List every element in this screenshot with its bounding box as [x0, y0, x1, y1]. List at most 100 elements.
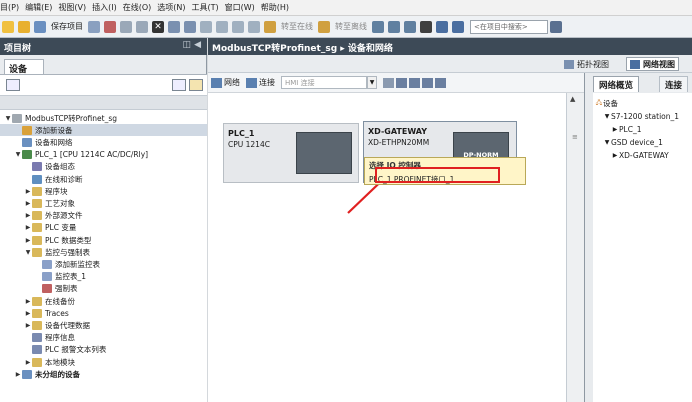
- expand-toggle-icon[interactable]: ▼: [24, 249, 32, 256]
- canvas-scrollbar[interactable]: ▲ ≡: [566, 93, 584, 402]
- tree-item[interactable]: ▼ ModbusTCP转Profinet_sg: [0, 112, 207, 124]
- tree-item[interactable]: 设备和网络: [0, 136, 207, 148]
- upload-icon[interactable]: [232, 20, 244, 33]
- tree-item[interactable]: ▶ PLC 变量: [0, 222, 207, 234]
- stop-cpu-icon[interactable]: [404, 20, 416, 33]
- menu-item[interactable]: 编辑(E): [25, 2, 58, 13]
- menu-item[interactable]: 插入(I): [92, 2, 123, 13]
- menu-item[interactable]: 选项(N): [157, 2, 191, 13]
- menu-item[interactable]: 工具(T): [191, 2, 224, 13]
- cross-reference-icon[interactable]: [420, 20, 432, 33]
- grid-icon[interactable]: [409, 77, 420, 88]
- tab-connections[interactable]: 连接: [659, 76, 689, 92]
- menu-item[interactable]: 在线(O): [123, 2, 158, 13]
- menu-item[interactable]: 目(P): [0, 2, 25, 13]
- network-mode-button[interactable]: 网络: [211, 77, 240, 88]
- tree-item[interactable]: ▼ 监控与强制表: [0, 246, 207, 258]
- tree-item[interactable]: ▶ Traces: [0, 307, 207, 319]
- delete-icon[interactable]: ✕: [152, 20, 164, 33]
- devices-tab[interactable]: 设备: [4, 59, 44, 75]
- overview-row[interactable]: ▼ GSD device_1: [593, 136, 663, 148]
- go-online-button[interactable]: 转至在线: [281, 21, 313, 32]
- redo-icon[interactable]: [184, 20, 196, 33]
- expand-toggle-icon[interactable]: ▶: [24, 224, 32, 231]
- simulate-icon[interactable]: [248, 20, 260, 33]
- paste-icon[interactable]: [136, 20, 148, 33]
- tree-item[interactable]: ▶ 本地模块: [0, 356, 207, 368]
- split-horizontal-icon[interactable]: [436, 20, 448, 33]
- split-vertical-icon[interactable]: [452, 20, 464, 33]
- expand-toggle-icon[interactable]: ▶: [24, 298, 32, 305]
- scroll-grip-icon[interactable]: ≡: [572, 133, 578, 141]
- undo-icon[interactable]: [168, 20, 180, 33]
- expand-toggle-icon[interactable]: ▶: [24, 359, 32, 366]
- tree-item[interactable]: 程序信息: [0, 332, 207, 344]
- overview-row[interactable]: 🖧 设备: [593, 97, 618, 109]
- open-project-icon[interactable]: [18, 20, 30, 33]
- go-online-icon[interactable]: [264, 20, 276, 33]
- expand-toggle-icon[interactable]: ▶: [14, 371, 22, 378]
- overview-row[interactable]: ▶ PLC_1: [593, 123, 642, 135]
- search-go-icon[interactable]: [550, 20, 562, 33]
- start-cpu-icon[interactable]: [388, 20, 400, 33]
- save-icon[interactable]: [34, 20, 46, 33]
- tree-sync-icon[interactable]: [189, 79, 203, 91]
- tree-item[interactable]: ▶ 工艺对象: [0, 197, 207, 209]
- go-offline-button[interactable]: 转至离线: [335, 21, 367, 32]
- tree-item[interactable]: ▶ 外部源文件: [0, 210, 207, 222]
- menu-item[interactable]: 视图(V): [58, 2, 92, 13]
- tab-topology-view[interactable]: 拓扑视图: [561, 57, 612, 71]
- project-search-input[interactable]: <在项目中搜索>: [470, 19, 548, 34]
- tree-item[interactable]: 添加新监控表: [0, 258, 207, 270]
- expand-toggle-icon[interactable]: ▼: [14, 151, 22, 158]
- fit-icon[interactable]: [422, 77, 433, 88]
- expand-toggle-icon[interactable]: ▶: [611, 126, 619, 133]
- tree-item[interactable]: 在线和诊断: [0, 173, 207, 185]
- expand-toggle-icon[interactable]: ▶: [24, 237, 32, 244]
- tree-item[interactable]: 强制表: [0, 283, 207, 295]
- overview-row[interactable]: ▶ XD-GATEWAY: [593, 149, 669, 161]
- tree-item[interactable]: ▶ 在线备份: [0, 295, 207, 307]
- expand-toggle-icon[interactable]: ▶: [24, 188, 32, 195]
- expand-toggle-icon[interactable]: ▶: [24, 310, 32, 317]
- expand-toggle-icon[interactable]: ▼: [4, 115, 12, 122]
- tree-item[interactable]: 监控表_1: [0, 271, 207, 283]
- collapse-panel-icon[interactable]: ◫ ◀: [182, 40, 201, 50]
- go-offline-icon[interactable]: [318, 20, 330, 33]
- expand-toggle-icon[interactable]: ▼: [603, 113, 611, 120]
- expand-toggle-icon[interactable]: ▶: [24, 212, 32, 219]
- tree-item[interactable]: 添加新设备: [0, 124, 207, 137]
- copy-icon[interactable]: [120, 20, 132, 33]
- tab-network-overview[interactable]: 网络概览: [593, 76, 640, 92]
- table-icon[interactable]: [396, 77, 407, 88]
- scroll-up-icon[interactable]: ▲: [570, 95, 575, 103]
- tree-item[interactable]: ▶ 程序块: [0, 185, 207, 197]
- device-view-icon[interactable]: [6, 79, 20, 91]
- hmi-connection-select[interactable]: HMI 连接: [281, 76, 367, 89]
- menu-item[interactable]: 窗口(W): [225, 2, 261, 13]
- accessible-devices-icon[interactable]: [372, 20, 384, 33]
- chevron-down-icon[interactable]: ▼: [367, 76, 377, 89]
- print-icon[interactable]: [88, 20, 100, 33]
- overview-row[interactable]: ▼ S7-1200 station_1: [593, 110, 679, 122]
- tree-item[interactable]: ▶ 设备代理数据: [0, 319, 207, 331]
- expand-toggle-icon[interactable]: ▶: [24, 322, 32, 329]
- expand-toggle-icon[interactable]: ▶: [611, 152, 619, 159]
- tab-network-view[interactable]: 网络视图: [626, 57, 679, 71]
- menu-item[interactable]: 帮助(H): [261, 2, 295, 13]
- connection-mode-button[interactable]: 连接: [246, 77, 275, 88]
- tree-item[interactable]: ▶ 未分组的设备: [0, 368, 207, 380]
- tree-item[interactable]: ▼ PLC_1 [CPU 1214C AC/DC/Rly]: [0, 149, 207, 161]
- highlight-icon[interactable]: [383, 77, 394, 88]
- expand-toggle-icon[interactable]: ▼: [603, 139, 611, 146]
- network-canvas[interactable]: PLC_1 CPU 1214C XD-GATEWAY XD-ETHPN20MM …: [208, 93, 566, 402]
- tree-options-icon[interactable]: [172, 79, 186, 91]
- new-project-icon[interactable]: [2, 20, 14, 33]
- compile-icon[interactable]: [200, 20, 212, 33]
- cut-icon[interactable]: [104, 20, 116, 33]
- tree-item[interactable]: 设备组态: [0, 161, 207, 173]
- tree-item[interactable]: PLC 报警文本列表: [0, 344, 207, 356]
- tree-item[interactable]: ▶ PLC 数据类型: [0, 234, 207, 246]
- expand-toggle-icon[interactable]: ▶: [24, 200, 32, 207]
- plc-device[interactable]: PLC_1 CPU 1214C: [223, 123, 359, 183]
